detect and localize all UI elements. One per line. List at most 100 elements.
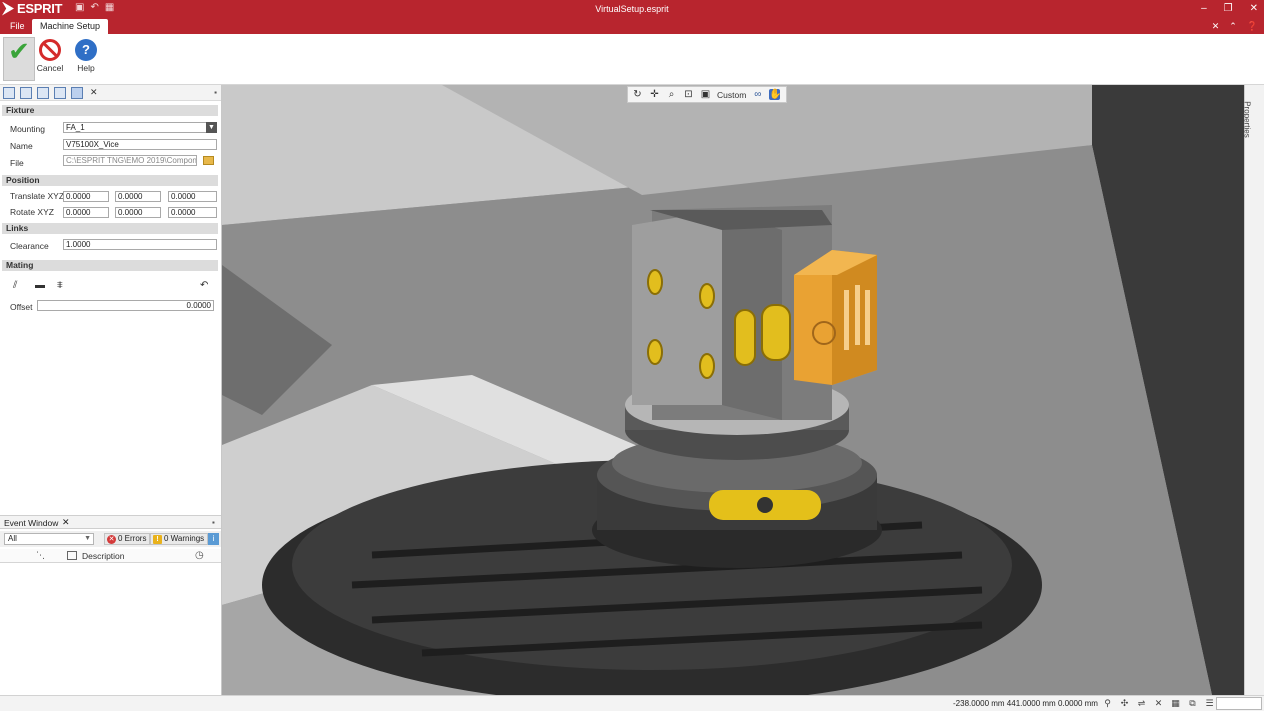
event-toolbar: All ▼ ✕ 0 Errors ! 0 Warnings i [0,531,221,547]
status-icons: ⚲ ✣ ⇌ ✕ ▦ ⧉ ☰ [1102,698,1215,709]
status-select[interactable] [1216,697,1262,710]
section-mating: Mating [2,260,218,271]
section-links: Links [2,223,218,234]
name-label: Name [10,141,33,151]
stock-icon[interactable] [20,86,32,99]
tab-machine-setup[interactable]: Machine Setup [32,19,109,34]
ribbon-tab-row: File Machine Setup ✕ ⌃ ❓ [0,19,1264,34]
cross-icon[interactable]: ✕ [1153,698,1164,709]
rotate-label: Rotate XYZ [10,207,54,217]
cursor-coordinates: -238.0000 mm 441.0000 mm 0.0000 mm [953,699,1098,708]
section-position: Position [2,175,218,186]
face-mate-icon[interactable]: ▬ [35,280,45,291]
3d-viewport[interactable] [222,85,1244,695]
errors-filter-button[interactable]: ✕ 0 Errors [104,533,151,545]
cancel-button[interactable]: Cancel [34,37,66,81]
view-cube-icon[interactable]: ▣ [700,89,711,100]
close-icon[interactable]: ✕ [90,87,98,98]
collapse-icon[interactable]: ⌃ [1229,21,1237,32]
properties-side-tab[interactable]: Properties [1242,85,1264,695]
event-table-header: ⋱ Description ◷ [0,549,221,563]
rotate-x-input[interactable]: 0.0000 [63,207,109,218]
close-icon[interactable]: ✕ [1212,21,1220,32]
event-window-title: Event Window [4,518,59,528]
offset-label: Offset [10,302,33,312]
ribbon: ✔ Cancel ? Help [0,34,1264,85]
errors-count: 0 Errors [118,534,147,543]
chevron-down-icon[interactable]: ▼ [206,122,217,133]
pin-icon[interactable]: ▪ [212,518,215,527]
help-button[interactable]: ? Help [70,37,102,81]
file-path-field: C:\ESPRIT TNG\EMO 2019\Componen [63,155,197,166]
description-column-header[interactable]: Description [82,551,125,561]
error-icon: ✕ [107,534,116,544]
zoom-icon[interactable]: ⌕ [666,89,677,100]
info-icon[interactable]: i [208,533,219,545]
event-filter-value: All [8,534,17,543]
help-icon: ? [75,39,97,61]
rotate-y-input[interactable]: 0.0000 [115,207,161,218]
mounting-label: Mounting [10,124,45,134]
grid-icon[interactable]: ▦ [1170,698,1181,709]
file-label: File [10,158,24,168]
close-icon[interactable]: ✕ [1250,3,1258,14]
layer-icon[interactable]: ⧉ [1187,698,1198,709]
machine-icon[interactable] [3,86,15,99]
offset-input[interactable]: 0.0000 [37,300,214,311]
cancel-label: Cancel [36,63,64,73]
zoom-window-icon[interactable]: ⊡ [683,89,694,100]
name-input[interactable]: V75100X_Vice [63,139,217,150]
window-controls: – ❐ ✕ [1201,3,1258,14]
plane-icon[interactable]: ⇌ [1136,698,1147,709]
warnings-count: 0 Warnings [164,534,205,543]
close-icon[interactable]: ✕ [62,517,70,528]
align-mate-icon[interactable]: ⩨ [57,280,63,291]
undo-icon[interactable]: ↶ [200,280,208,291]
properties-label: Properties [1242,101,1252,138]
rotate-view-icon[interactable]: ↻ [632,89,643,100]
event-filter-select[interactable]: All ▼ [4,533,94,545]
tab-file[interactable]: File [2,19,33,34]
translate-y-input[interactable]: 0.0000 [115,191,161,202]
list-icon[interactable]: ☰ [1204,698,1215,709]
clearance-input[interactable]: 1.0000 [63,239,217,250]
warning-icon: ! [153,534,162,544]
clearance-label: Clearance [10,241,49,251]
fixture-properties-panel: ✕ ▪ Fixture Mounting FA_1 ▼ Name V75100X… [0,85,222,695]
translate-z-input[interactable]: 0.0000 [168,191,217,202]
folder-icon[interactable] [203,156,214,165]
warnings-filter-button[interactable]: ! 0 Warnings [150,533,209,545]
hierarchy-icon[interactable]: ⋱ [36,550,45,561]
translate-x-input[interactable]: 0.0000 [63,191,109,202]
minimize-icon[interactable]: – [1201,3,1207,14]
view-toolbar: ↻ ✛ ⌕ ⊡ ▣ Custom ∞ ✋ [627,86,787,103]
clamp-icon[interactable] [71,86,83,99]
binoculars-icon[interactable]: ∞ [752,89,763,100]
document-title: VirtualSetup.esprit [595,4,669,14]
mounting-select[interactable]: FA_1 [63,122,207,133]
status-bar: -238.0000 mm 441.0000 mm 0.0000 mm ⚲ ✣ ⇌… [0,695,1264,711]
help-label: Help [77,63,95,73]
help-icon[interactable]: ❓ [1247,21,1258,32]
section-fixture: Fixture [2,105,218,116]
chevron-down-icon: ▼ [84,535,91,542]
view-name-label[interactable]: Custom [717,90,746,100]
parallel-mate-icon[interactable]: ⫽ [13,280,17,291]
fixture-icon[interactable] [37,86,49,99]
filter-icon[interactable]: ⚲ [1102,698,1113,709]
event-window-tab[interactable]: Event Window ✕ ▪ [0,515,221,529]
pin-icon[interactable]: ▪ [214,88,217,97]
hand-pan-icon[interactable]: ✋ [769,89,782,100]
title-bar: ESPRIT ▣ ↶ ▦ VirtualSetup.esprit – ❐ ✕ [0,0,1264,19]
ok-button[interactable]: ✔ [3,37,35,81]
snap-icon[interactable]: ✣ [1119,698,1130,709]
restore-icon[interactable]: ❐ [1224,3,1233,14]
clock-icon[interactable]: ◷ [195,550,204,561]
checkmark-icon: ✔ [8,36,30,66]
pan-cross-icon[interactable]: ✛ [649,89,660,100]
description-icon [67,551,77,560]
tool-icon[interactable] [54,86,66,99]
ribbon-right-controls: ✕ ⌃ ❓ [1212,21,1258,32]
rotate-z-input[interactable]: 0.0000 [168,207,217,218]
cancel-icon [39,39,61,61]
